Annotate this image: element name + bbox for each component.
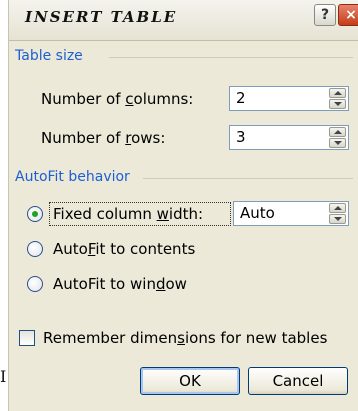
autofit-group-label: AutoFit behavior <box>15 169 130 185</box>
arrow-down-icon <box>334 102 342 106</box>
arrow-down-icon <box>334 141 342 145</box>
close-icon[interactable]: × <box>338 4 358 26</box>
arrow-up-icon <box>334 91 342 95</box>
dialog-title: INSERT TABLE <box>25 8 178 26</box>
arrow-down-icon <box>334 217 342 221</box>
cancel-button[interactable]: Cancel <box>248 367 348 395</box>
remember-dimensions-checkbox[interactable] <box>19 330 35 346</box>
radio-selected-dot <box>32 211 38 217</box>
document-fragment: I <box>0 367 7 386</box>
rows-decrement-button[interactable] <box>329 138 346 148</box>
autofit-contents-label[interactable]: AutoFit to contents <box>53 240 195 258</box>
autofit-contents-radio[interactable] <box>27 241 43 257</box>
autofit-window-radio[interactable] <box>27 276 43 292</box>
ok-button[interactable]: OK <box>140 367 240 395</box>
columns-decrement-button[interactable] <box>329 99 346 109</box>
columns-increment-button[interactable] <box>329 88 346 98</box>
autofit-divider <box>143 178 353 179</box>
rows-spinner[interactable]: 3 <box>229 125 349 150</box>
arrow-up-icon <box>334 130 342 134</box>
columns-value[interactable]: 2 <box>236 89 246 107</box>
table-size-divider <box>109 57 353 58</box>
fixed-width-radio[interactable] <box>27 206 43 222</box>
insert-table-dialog: INSERT TABLE ? × Table size Number of co… <box>8 0 358 411</box>
column-width-spin-buttons <box>329 203 346 224</box>
rows-value[interactable]: 3 <box>236 128 246 146</box>
fixed-width-label[interactable]: Fixed column width: <box>53 205 203 223</box>
columns-label: Number of columns: <box>41 90 194 108</box>
help-icon[interactable]: ? <box>314 4 336 26</box>
rows-spin-buttons <box>329 127 346 148</box>
remember-dimensions-label[interactable]: Remember dimensions for new tables <box>43 329 327 347</box>
columns-spin-buttons <box>329 88 346 109</box>
rows-increment-button[interactable] <box>329 127 346 137</box>
column-width-decrement-button[interactable] <box>329 214 346 224</box>
autofit-window-label[interactable]: AutoFit to window <box>53 275 187 293</box>
column-width-increment-button[interactable] <box>329 203 346 213</box>
column-width-spinner[interactable]: Auto <box>233 201 349 226</box>
arrow-up-icon <box>334 206 342 210</box>
title-bar: INSERT TABLE ? × <box>9 0 358 41</box>
table-size-group-label: Table size <box>15 48 83 64</box>
rows-label: Number of rows: <box>41 129 166 147</box>
column-width-value[interactable]: Auto <box>240 204 275 222</box>
columns-spinner[interactable]: 2 <box>229 86 349 111</box>
